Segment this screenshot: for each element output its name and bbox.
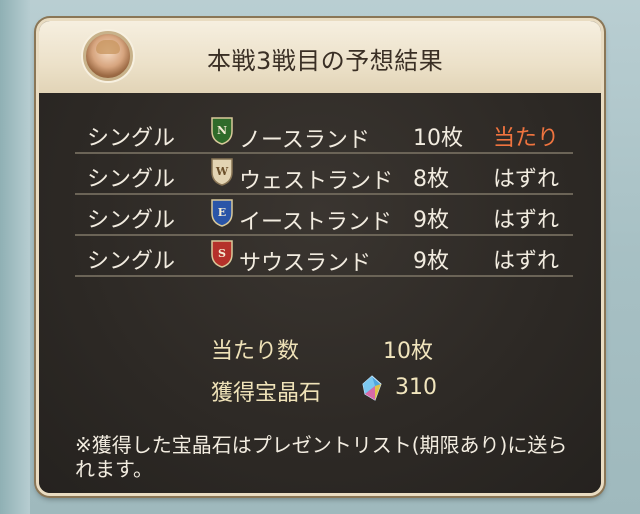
dialog-header: 本戦3戦目の予想結果 (39, 21, 601, 95)
result-row-west: シングル W ウェストランド 8枚 はずれ (75, 154, 573, 195)
svg-text:E: E (218, 206, 226, 219)
west-badge-icon: W (211, 158, 233, 186)
character-avatar (83, 31, 133, 81)
footnote: ※獲得した宝晶石はプレゼントリスト(期限あり)に送られます。 (75, 433, 568, 481)
ticket-count: 10枚 (413, 126, 463, 151)
ticket-count: 9枚 (413, 249, 449, 274)
north-badge-icon: N (211, 117, 233, 145)
team-name: サウスランド (239, 251, 372, 276)
south-badge-icon: S (211, 240, 233, 268)
result-row-south: シングル S サウスランド 9枚 はずれ (75, 236, 573, 277)
reward-value: 310 (395, 375, 437, 400)
east-badge-icon: E (211, 199, 233, 227)
results-table: シングル N ノースランド 10枚 当たり シングル W ウェストランド 8枚 … (75, 113, 573, 277)
bet-type: シングル (87, 167, 176, 192)
bet-type: シングル (87, 249, 176, 274)
dialog-title: 本戦3戦目の予想結果 (207, 47, 444, 75)
hits-value: 10枚 (383, 339, 433, 364)
team-name: ウェストランド (239, 169, 394, 194)
hits-label: 当たり数 (211, 339, 300, 364)
crystal-icon (362, 375, 382, 401)
result-status: はずれ (493, 208, 560, 233)
bet-type: シングル (87, 126, 176, 151)
dialog-body: シングル N ノースランド 10枚 当たり シングル W ウェストランド 8枚 … (39, 93, 601, 493)
result-status: はずれ (493, 167, 560, 192)
reward-label: 獲得宝晶石 (211, 381, 322, 406)
ticket-count: 8枚 (413, 167, 449, 192)
background-edge (0, 0, 30, 514)
bet-type: シングル (87, 208, 176, 233)
ticket-count: 9枚 (413, 208, 449, 233)
svg-text:N: N (217, 124, 227, 137)
team-name: イーストランド (239, 210, 392, 235)
svg-text:W: W (215, 165, 229, 178)
result-row-east: シングル E イーストランド 9枚 はずれ (75, 195, 573, 236)
result-status: はずれ (493, 249, 560, 274)
team-name: ノースランド (239, 128, 370, 153)
result-status: 当たり (493, 126, 560, 151)
prediction-result-dialog: 本戦3戦目の予想結果 シングル N ノースランド 10枚 当たり シングル W (36, 18, 604, 496)
result-row-north: シングル N ノースランド 10枚 当たり (75, 113, 573, 154)
svg-text:S: S (218, 247, 226, 260)
